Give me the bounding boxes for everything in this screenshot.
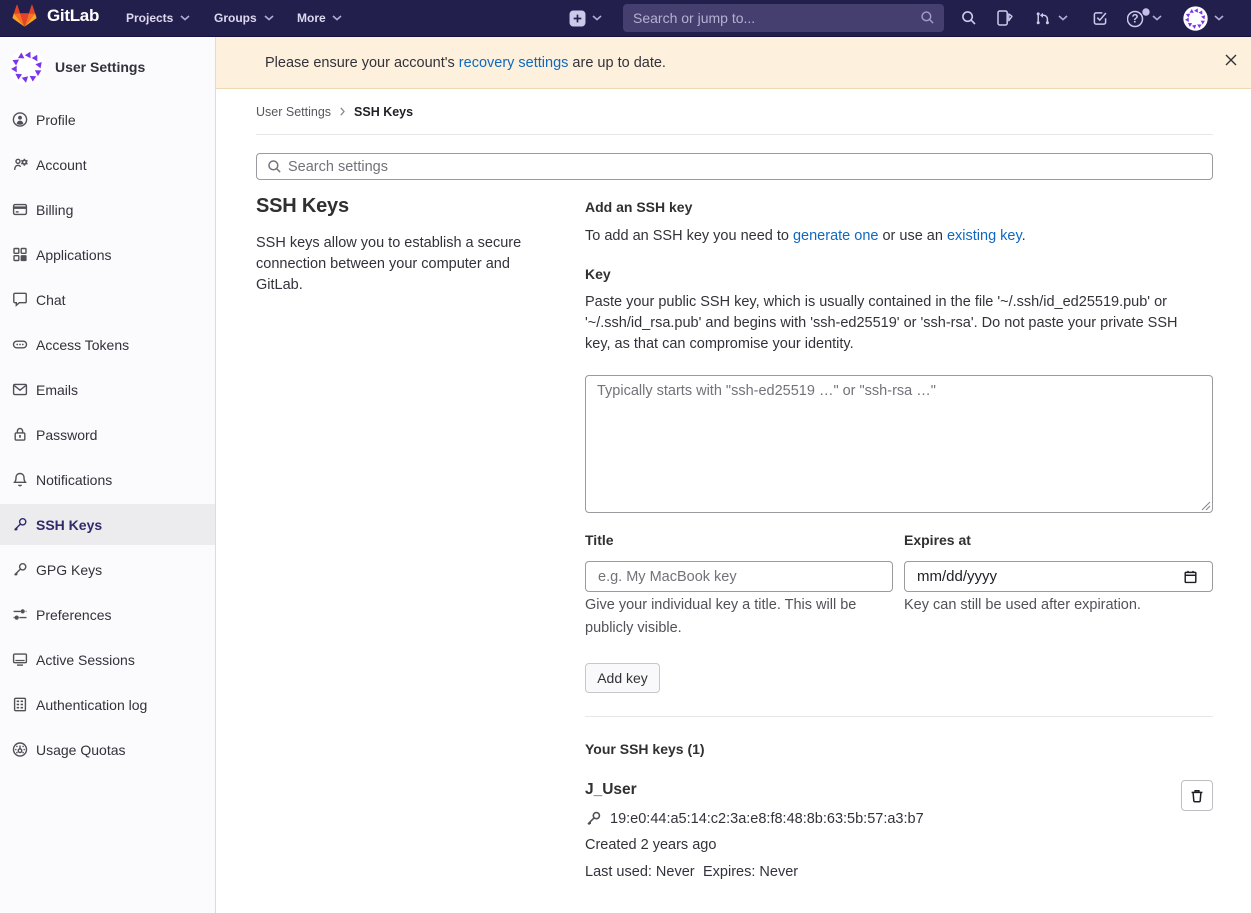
svg-text:?: ? [1131,14,1138,26]
